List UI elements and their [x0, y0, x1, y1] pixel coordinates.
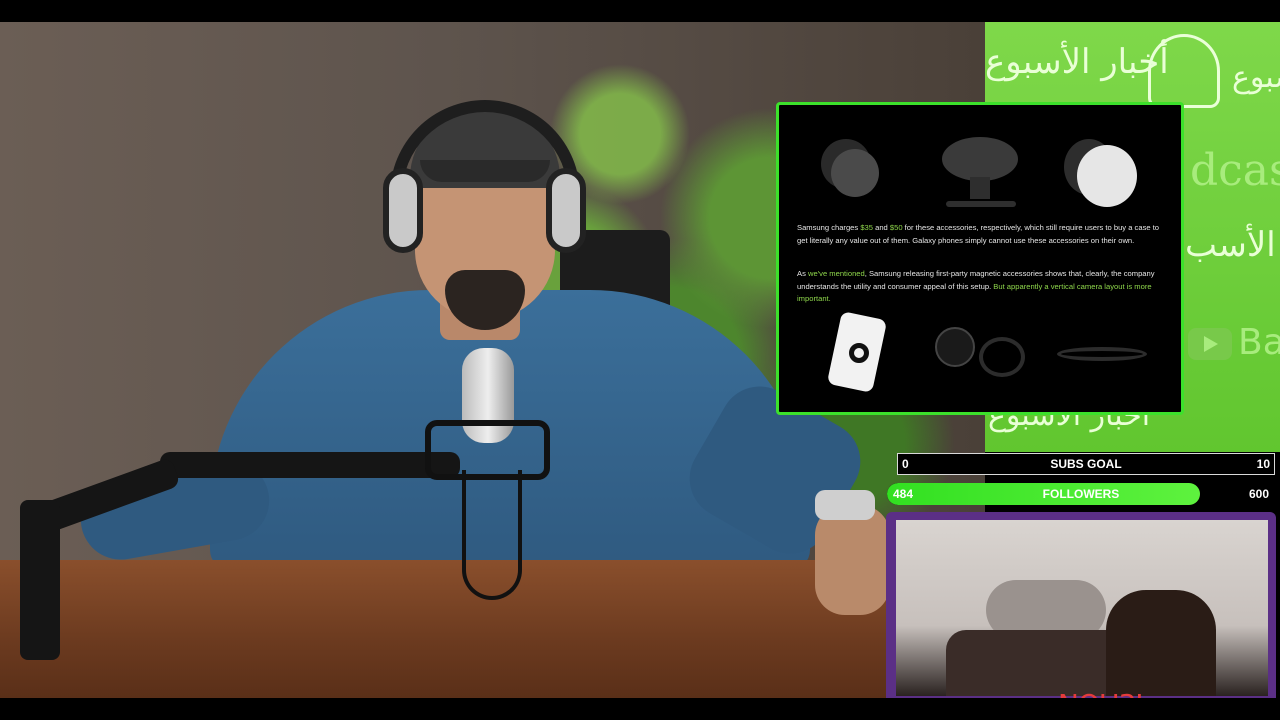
letterbox-bottom: [0, 698, 1280, 720]
article-link-mentioned[interactable]: we've mentioned: [808, 269, 865, 278]
followers-label: FOLLOWERS: [1042, 487, 1120, 501]
headphones-right-earcup: [546, 168, 586, 253]
letterbox-top: [0, 0, 1280, 22]
podcast-logo: [1148, 34, 1220, 108]
followers-goal-bar: 484 FOLLOWERS 600: [887, 483, 1275, 505]
youtube-channel-partial: Ba: [1238, 322, 1280, 363]
youtube-icon: [1188, 328, 1232, 360]
mic-boom-arm: [160, 452, 460, 478]
subs-goal-label: SUBS GOAL: [1050, 457, 1122, 471]
subs-goal-bar: 0 SUBS GOAL 10: [897, 453, 1275, 475]
article-text: Samsung charges: [797, 223, 861, 232]
article-paragraph-2: As we've mentioned, Samsung releasing fi…: [797, 268, 1169, 306]
headphones-left-earcup: [383, 168, 423, 253]
mic-cable: [462, 470, 522, 600]
webcam-feed: [896, 520, 1268, 696]
article-price-2: $50: [889, 223, 903, 232]
podcast-word: dcas: [1190, 145, 1280, 196]
stream-frame: أخبار الأسبوع سبوع dcas ار الأسب Ba أخبا…: [0, 0, 1280, 720]
accessory-stand-neck: [970, 177, 990, 199]
accessory-ring-grip-2: [979, 337, 1025, 377]
accessory-grip-black-back: [831, 149, 879, 197]
brand-text-top-right: سبوع: [1232, 60, 1280, 95]
article-text: As: [797, 269, 808, 278]
mic-boom-post: [20, 500, 60, 660]
desk: [0, 560, 900, 698]
article-paragraph-1: Samsung charges $35 and $50 for these ac…: [797, 222, 1169, 247]
brand-text-top: أخبار الأسبوع: [985, 42, 1169, 82]
article-text: and: [873, 223, 890, 232]
accessory-ring-flat: [1057, 347, 1147, 361]
webcam-frame: [886, 512, 1276, 712]
article-price-1: $35: [860, 223, 873, 232]
accessory-ring: [849, 343, 869, 363]
accessory-grip-white: [1077, 145, 1137, 207]
accessory-ring-grip-1: [935, 327, 975, 367]
subs-goal-max: 10: [1256, 457, 1270, 471]
watch: [815, 490, 875, 520]
brand-text-mid: ار الأسب: [1185, 225, 1280, 265]
host-right-hand: [815, 505, 890, 615]
article-card: Samsung charges $35 and $50 for these ac…: [776, 102, 1184, 415]
webcam-person: [1106, 590, 1216, 696]
accessory-stand-head: [942, 137, 1018, 181]
accessory-stand-base: [946, 201, 1016, 207]
followers-max: 600: [1248, 487, 1269, 501]
